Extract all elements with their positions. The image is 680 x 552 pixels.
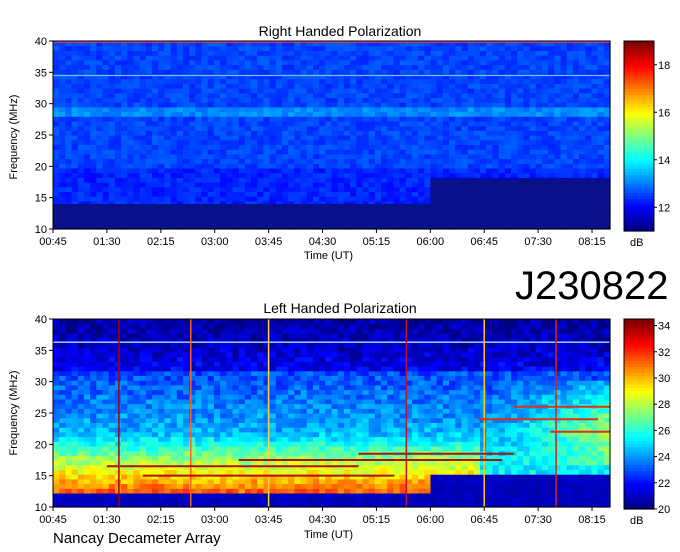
y-axis-label-right: Frequency (MHz) (8, 94, 20, 180)
colorbar-tick-label-2: 24 (658, 452, 670, 464)
y-axis-label-left: Frequency (MHz) (8, 370, 20, 456)
colorbar-tick-label-5: 30 (658, 373, 670, 385)
colorbar-tick-label-1: 14 (658, 155, 670, 167)
x-tick-label-5: 04:30 (309, 514, 337, 526)
y-tick-label-0: 10 (35, 224, 47, 236)
y-tick-label-1: 15 (35, 471, 47, 483)
observation-id: J230822 (515, 264, 669, 308)
spectrogram-left (53, 319, 611, 508)
y-tick-label-3: 25 (35, 408, 47, 420)
low-band-floor-1 (430, 178, 610, 229)
y-tick-label-0: 10 (35, 502, 47, 514)
colorbar-tick-label-0: 12 (658, 202, 670, 214)
x-tick-label-6: 05:15 (363, 236, 391, 248)
y-tick-label-3: 25 (35, 130, 47, 142)
x-tick-label-2: 02:15 (147, 514, 175, 526)
colorbar-tick-label-3: 18 (658, 60, 670, 72)
colorbar-tick-label-4: 28 (658, 399, 670, 411)
colorbar-tick-label-2: 16 (658, 107, 670, 119)
x-tick-label-4: 03:45 (255, 236, 283, 248)
colorbar-label-left: dB (630, 515, 644, 527)
colorbar-tick-label-1: 22 (658, 478, 670, 490)
y-tick-label-5: 35 (35, 345, 47, 357)
colorbar-tick-label-3: 26 (658, 425, 670, 437)
low-band-floor-0 (53, 203, 431, 229)
y-tick-label-4: 30 (35, 99, 47, 111)
x-tick-label-10: 08:15 (578, 236, 606, 248)
colorbar-label-right: dB (630, 237, 644, 249)
x-axis-label-left: Time (UT) (304, 529, 354, 541)
y-tick-label-4: 30 (35, 377, 47, 389)
x-tick-label-9: 07:30 (524, 514, 552, 526)
x-tick-label-7: 06:00 (417, 236, 445, 248)
x-tick-label-1: 01:30 (93, 514, 121, 526)
x-tick-label-0: 00:45 (39, 236, 67, 248)
x-tick-label-5: 04:30 (309, 236, 337, 248)
colorbar-tick-label-6: 32 (658, 347, 670, 359)
x-tick-label-3: 03:00 (201, 514, 229, 526)
y-tick-label-1: 15 (35, 193, 47, 205)
y-tick-label-2: 20 (35, 439, 47, 451)
x-tick-label-2: 02:15 (147, 236, 175, 248)
x-tick-label-4: 03:45 (255, 514, 283, 526)
x-tick-label-10: 08:15 (578, 514, 606, 526)
x-tick-label-7: 06:00 (417, 514, 445, 526)
colorbar-right (624, 41, 654, 232)
colorbar-tick-label-0: 20 (658, 504, 670, 516)
x-tick-label-9: 07:30 (524, 236, 552, 248)
chart-title-right: Right Handed Polarization (258, 23, 422, 39)
colorbar-left (624, 319, 654, 510)
x-tick-label-1: 01:30 (93, 236, 121, 248)
x-axis-label-right: Time (UT) (304, 250, 354, 262)
y-tick-label-5: 35 (35, 67, 47, 79)
colorbar-tick-label-7: 34 (658, 321, 670, 333)
x-tick-label-3: 03:00 (201, 236, 229, 248)
x-tick-label-8: 06:45 (470, 514, 498, 526)
y-tick-label-2: 20 (35, 161, 47, 173)
x-tick-label-0: 00:45 (39, 514, 67, 526)
x-tick-label-8: 06:45 (470, 236, 498, 248)
x-tick-label-6: 05:15 (363, 514, 391, 526)
instrument-label: Nancay Decameter Array (53, 530, 221, 547)
